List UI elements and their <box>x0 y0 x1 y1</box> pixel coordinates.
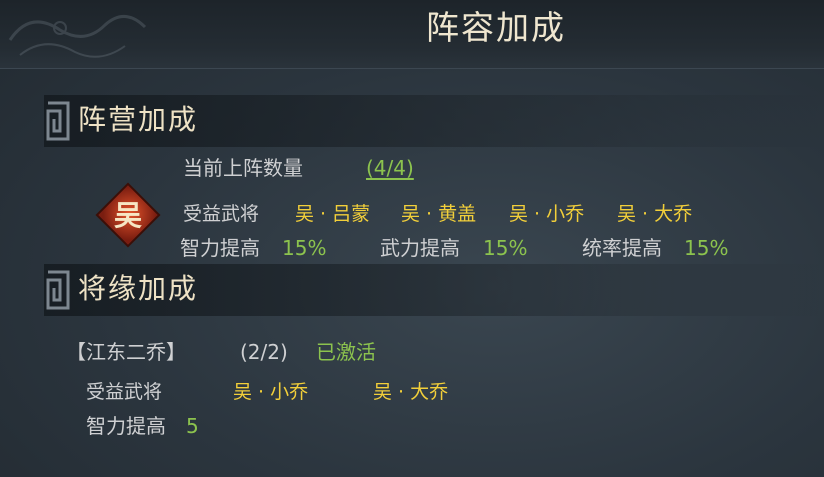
bond-bonus-header: 将缘加成 <box>44 264 824 316</box>
stat-value: 15% <box>483 236 528 260</box>
bond-status: 已激活 <box>316 340 376 364</box>
bond-beneficiary-label: 受益武将 <box>86 381 163 403</box>
meander-pattern-icon <box>46 101 70 141</box>
general-name: 吴 · 吕蒙 <box>295 203 371 225</box>
bond-bonus-title: 将缘加成 <box>78 272 199 305</box>
title-bar: 阵容加成 <box>0 0 824 69</box>
count-value-link[interactable]: (4/4) <box>366 154 414 182</box>
emblem-glyph: 吴 <box>114 199 142 232</box>
faction-bonus-title: 阵营加成 <box>78 103 199 136</box>
general-name: 吴 · 小乔 <box>509 203 585 225</box>
bond-general-name: 吴 · 大乔 <box>373 381 449 403</box>
stat-label: 武力提高 <box>380 236 460 260</box>
stat-value: 15% <box>282 236 327 260</box>
stat-label: 智力提高 <box>180 236 260 260</box>
meander-pattern-icon <box>46 270 70 310</box>
wu-faction-emblem-icon: 吴 <box>95 182 161 248</box>
beneficiary-label: 受益武将 <box>183 203 260 225</box>
bond-general-name: 吴 · 小乔 <box>233 381 309 403</box>
general-name: 吴 · 大乔 <box>617 203 693 225</box>
stat-label: 统率提高 <box>582 236 662 260</box>
stat-value: 15% <box>684 236 729 260</box>
bond-stat-value: 5 <box>186 414 199 438</box>
bond-progress: (2/2) <box>240 340 288 364</box>
faction-bonus-header: 阵营加成 <box>44 95 824 147</box>
page-title: 阵容加成 <box>426 8 566 47</box>
general-name: 吴 · 黄盖 <box>401 203 477 225</box>
count-label: 当前上阵数量 <box>183 156 303 180</box>
bond-name: 【江东二乔】 <box>66 340 186 364</box>
cloud-ornament-icon <box>8 15 147 58</box>
bond-stat-label: 智力提高 <box>86 414 166 438</box>
